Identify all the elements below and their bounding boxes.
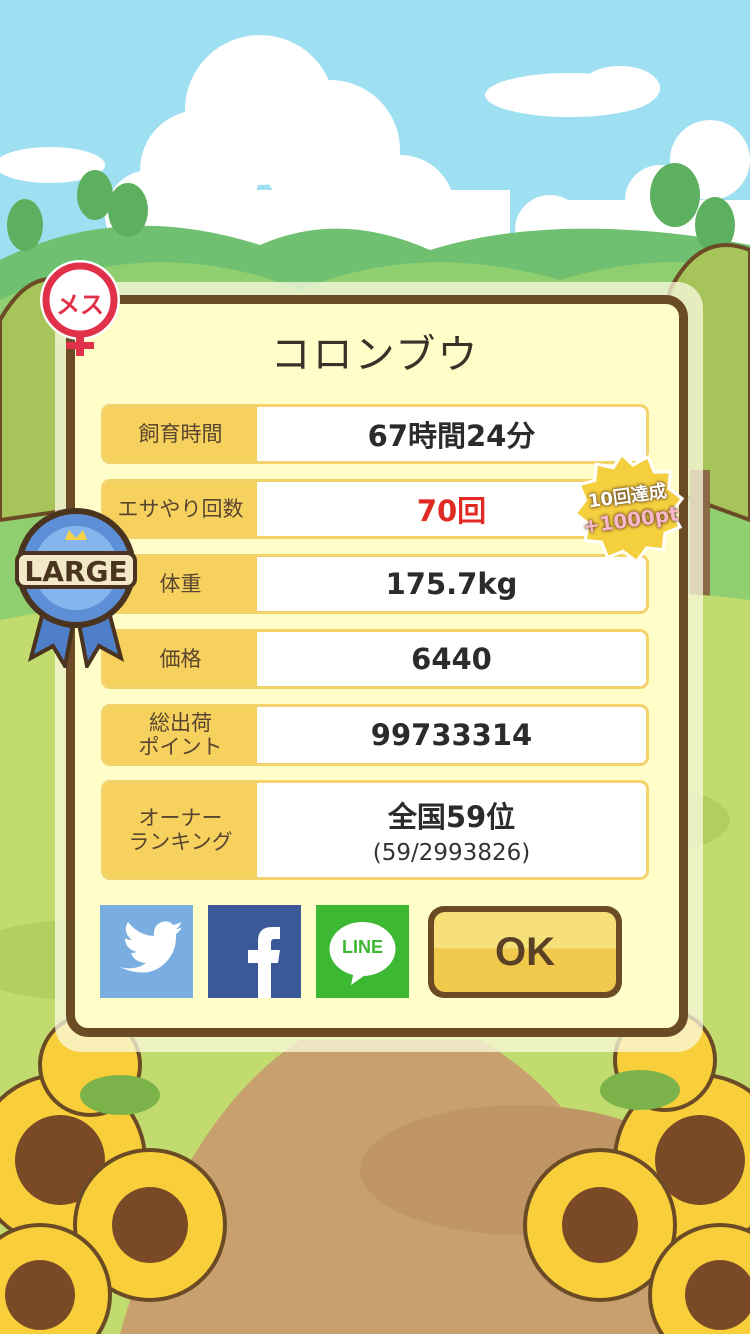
info-row-owner-ranking: オーナー ランキング 全国59位 (59/2993826) xyxy=(101,780,649,880)
info-row-raising-time: 飼育時間 67時間24分 xyxy=(101,404,649,464)
twitter-bird-icon xyxy=(120,921,182,973)
ok-button[interactable]: OK xyxy=(428,906,622,998)
facebook-f-icon xyxy=(248,927,280,998)
row-label: 総出荷 ポイント xyxy=(104,707,257,763)
info-row-total-shipping-points: 総出荷 ポイント 99733314 xyxy=(101,704,649,766)
twitter-share-button[interactable] xyxy=(100,905,193,998)
female-badge-label: メス xyxy=(56,291,104,319)
ok-button-label: OK xyxy=(434,912,616,992)
row-label: オーナー ランキング xyxy=(104,783,257,877)
row-value: 99733314 xyxy=(370,718,533,752)
size-ribbon: LARGE xyxy=(13,498,139,672)
female-badge: メス xyxy=(36,258,124,358)
row-value: 全国59位 (59/2993826) xyxy=(257,783,646,877)
line-share-button[interactable]: LINE xyxy=(316,905,409,998)
row-value: 6440 xyxy=(411,642,492,676)
info-row-price: 価格 6440 xyxy=(101,629,649,689)
info-row-weight: 体重 175.7kg xyxy=(101,554,649,614)
line-icon-label: LINE xyxy=(341,937,383,957)
achievement-seal: 10回達成 +1000pt xyxy=(566,445,692,571)
ranking-detail: (59/2993826) xyxy=(372,840,531,866)
row-value: 67時間24分 xyxy=(367,419,536,453)
ribbon-label: LARGE xyxy=(24,555,128,588)
row-label: 飼育時間 xyxy=(104,407,257,461)
facebook-share-button[interactable] xyxy=(208,905,301,998)
ranking-value: 全国59位 xyxy=(387,800,516,834)
